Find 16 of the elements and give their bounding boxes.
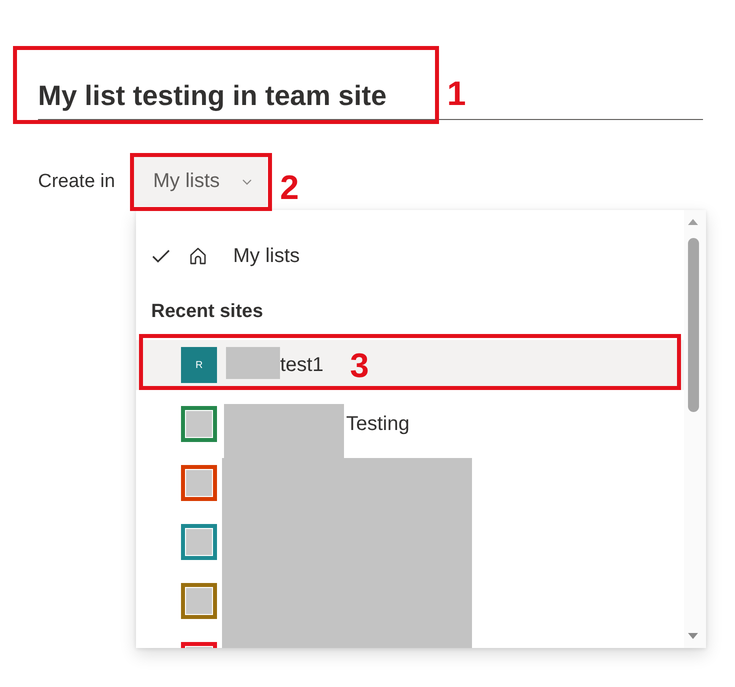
location-dropdown[interactable]: My lists	[134, 157, 268, 206]
menu-option[interactable]: My lists	[136, 233, 684, 279]
annotation-number: 1	[447, 77, 466, 111]
scroll-down-icon[interactable]	[688, 633, 698, 639]
chevron-down-icon	[242, 178, 252, 184]
scrollbar-thumb[interactable]	[688, 238, 699, 412]
site-item[interactable]: Testing	[136, 399, 684, 458]
annotation-number: 3	[350, 349, 369, 383]
scroll-up-icon[interactable]	[688, 219, 698, 225]
home-icon	[188, 246, 208, 266]
section-header: Recent sites	[151, 301, 264, 322]
site-initial-tile: R	[181, 347, 218, 383]
create-in-label: Create in	[38, 170, 116, 192]
redaction-block	[226, 347, 280, 379]
annotation-number: 2	[280, 171, 299, 205]
checkmark-icon	[152, 249, 170, 263]
